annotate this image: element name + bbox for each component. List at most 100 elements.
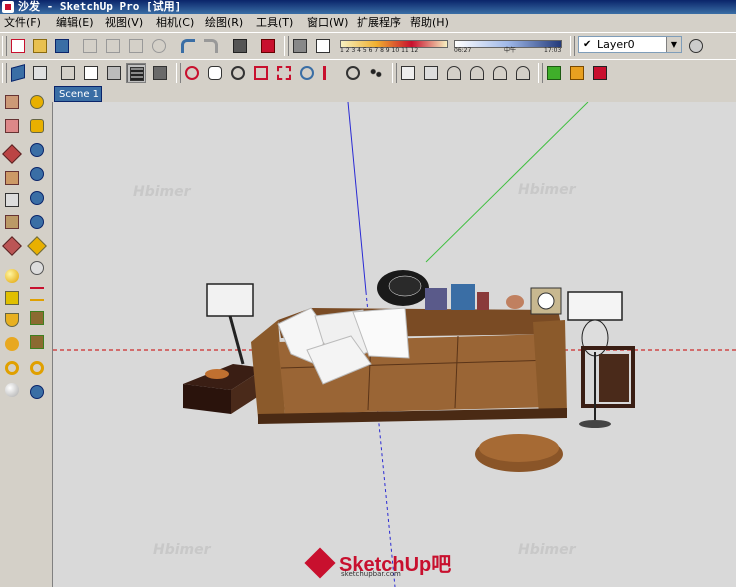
previous-view-button[interactable] xyxy=(297,63,317,83)
toolbar-grip[interactable] xyxy=(284,36,289,56)
menu-window[interactable]: 窗口(W) xyxy=(307,14,348,32)
toolbar-grip[interactable] xyxy=(176,63,181,83)
toolbar-grip[interactable] xyxy=(2,63,7,83)
rectangle-tool[interactable] xyxy=(2,212,22,232)
model-viewport[interactable]: Hbimer Hbimer Hbimer Hbimer SketchUp吧 sk… xyxy=(53,102,736,587)
menu-file[interactable]: 文件(F) xyxy=(4,14,41,32)
follow-me-tool[interactable] xyxy=(2,334,22,354)
tape-measure-tool[interactable] xyxy=(27,116,47,136)
orbit-left-tool[interactable] xyxy=(27,382,47,402)
zoom-extents-button[interactable] xyxy=(274,63,294,83)
walk-button[interactable] xyxy=(366,63,386,83)
menu-draw[interactable]: 绘图(R) xyxy=(205,14,243,32)
shaded-textures-button[interactable] xyxy=(126,63,146,83)
zoom-button[interactable] xyxy=(228,63,248,83)
front-camera-button[interactable] xyxy=(444,63,464,83)
toolbar-grip[interactable] xyxy=(392,63,397,83)
side-table-right[interactable] xyxy=(579,346,635,428)
circle-tool[interactable] xyxy=(2,236,22,256)
dimension-tool[interactable] xyxy=(27,284,47,304)
wireframe-button[interactable] xyxy=(81,63,101,83)
sandbox-tool[interactable] xyxy=(27,308,47,328)
menu-view[interactable]: 视图(V) xyxy=(105,14,143,32)
toolbar-grip[interactable] xyxy=(2,36,7,56)
walk-person-tool[interactable] xyxy=(27,358,47,378)
offset-tool[interactable] xyxy=(2,380,22,400)
toolbar-grip[interactable] xyxy=(570,36,575,56)
share-model-button[interactable] xyxy=(567,63,587,83)
save-file-button[interactable] xyxy=(52,36,72,56)
paste-button[interactable] xyxy=(126,36,146,56)
menu-tools[interactable]: 工具(T) xyxy=(256,14,293,32)
undo-button[interactable] xyxy=(178,36,198,56)
fog-toggle-button[interactable] xyxy=(313,36,333,56)
print-button[interactable] xyxy=(230,36,250,56)
tag-tool[interactable] xyxy=(27,236,47,256)
zoom-window-button[interactable] xyxy=(251,63,271,83)
redo-button[interactable] xyxy=(201,36,221,56)
top-camera-button[interactable] xyxy=(421,63,441,83)
shadow-time-slider[interactable]: 06:27 中午 17:03 xyxy=(454,37,562,55)
shadow-date-slider[interactable]: 1 2 3 4 5 6 7 8 9 10 11 12 xyxy=(340,37,448,55)
pouf[interactable] xyxy=(475,434,563,472)
model-canvas[interactable] xyxy=(53,102,736,587)
r-badge-icon xyxy=(30,143,44,157)
scale-tool[interactable] xyxy=(2,358,22,378)
look-tool[interactable] xyxy=(27,258,47,278)
new-file-button[interactable] xyxy=(8,36,28,56)
model-info-button[interactable] xyxy=(258,36,278,56)
line-tool[interactable] xyxy=(2,168,22,188)
layer-dropdown[interactable]: ✔ Layer0 ▼ xyxy=(578,36,682,53)
left-camera-button[interactable] xyxy=(513,63,533,83)
xray-button[interactable] xyxy=(58,63,78,83)
get-models-button[interactable] xyxy=(544,63,564,83)
hidden-line-button[interactable] xyxy=(104,63,124,83)
plant[interactable] xyxy=(377,270,429,306)
extension-warehouse-button[interactable] xyxy=(590,63,610,83)
open-file-button[interactable] xyxy=(30,36,50,56)
layer-m-tool[interactable] xyxy=(27,92,47,112)
rt-tool[interactable] xyxy=(27,164,47,184)
piggy-ornament[interactable] xyxy=(506,295,524,309)
monochrome-button[interactable] xyxy=(150,63,170,83)
rotate-tool[interactable] xyxy=(2,310,22,330)
menu-help[interactable]: 帮助(H) xyxy=(410,14,449,32)
component-r-tool[interactable] xyxy=(27,140,47,160)
books[interactable] xyxy=(425,284,489,310)
erase-button[interactable] xyxy=(149,36,169,56)
question-tool[interactable] xyxy=(27,212,47,232)
eraser-tool[interactable] xyxy=(2,116,22,136)
br-tool[interactable] xyxy=(27,188,47,208)
scene-tab-1[interactable]: Scene 1 xyxy=(54,86,102,102)
move-tool[interactable] xyxy=(2,266,22,286)
iso-camera-button[interactable] xyxy=(398,63,418,83)
right-camera-button[interactable] xyxy=(467,63,487,83)
menu-camera[interactable]: 相机(C) xyxy=(156,14,194,32)
layer-manager-button[interactable] xyxy=(686,36,706,56)
chevron-down-icon[interactable]: ▼ xyxy=(666,37,681,52)
paint-bucket-tool[interactable] xyxy=(2,144,22,164)
arc-tool[interactable] xyxy=(2,190,22,210)
push-pull-tool[interactable] xyxy=(2,288,22,308)
position-camera-button[interactable] xyxy=(320,63,340,83)
menu-edit[interactable]: 编辑(E) xyxy=(56,14,94,32)
side-table-left[interactable] xyxy=(183,364,265,414)
toolbar-grip[interactable] xyxy=(538,63,543,83)
clock[interactable] xyxy=(530,287,562,315)
menu-extensions[interactable]: 扩展程序 xyxy=(357,14,401,32)
select-arrow-icon xyxy=(5,95,19,109)
add-location-tool[interactable] xyxy=(27,332,47,352)
back-camera-button[interactable] xyxy=(490,63,510,83)
copy-button[interactable] xyxy=(103,36,123,56)
cut-button[interactable] xyxy=(80,36,100,56)
select-tool[interactable] xyxy=(2,92,22,112)
orbit-button[interactable] xyxy=(182,63,202,83)
top-view-button[interactable] xyxy=(30,63,50,83)
pan-button[interactable] xyxy=(205,63,225,83)
shadows-toggle-button[interactable] xyxy=(290,36,310,56)
sketchup-app-icon[interactable] xyxy=(2,1,14,13)
look-around-button[interactable] xyxy=(343,63,363,83)
terrain-grid-icon xyxy=(30,335,44,349)
floor-lamp-left[interactable] xyxy=(206,283,254,365)
iso-view-button[interactable] xyxy=(8,63,28,83)
